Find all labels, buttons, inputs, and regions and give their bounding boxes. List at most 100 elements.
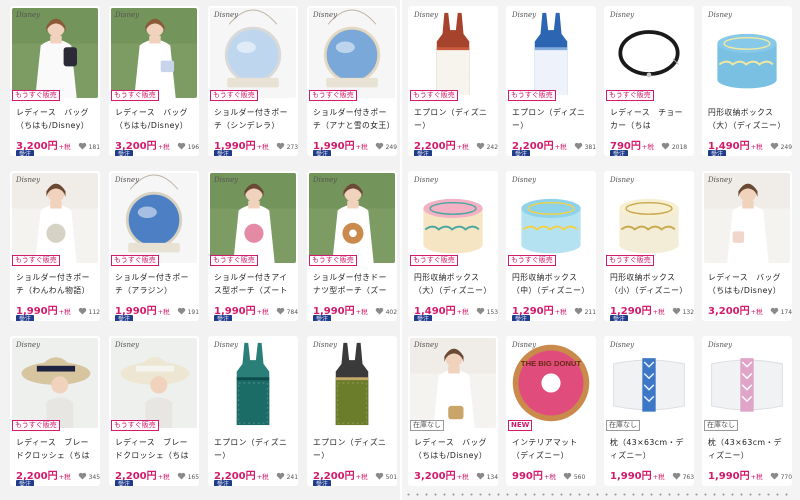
product-card[interactable]: Disneyもうすぐ販売レディース チョーカー（ちはも/Disney）790円+… xyxy=(604,6,694,156)
heart-icon[interactable] xyxy=(665,464,681,483)
product-name[interactable]: エプロン（ディズニー） xyxy=(313,436,393,462)
product-name[interactable]: 円形収納ボックス（小）（ディズニー） xyxy=(610,271,690,297)
heart-icon[interactable] xyxy=(269,299,285,318)
heart-icon[interactable] xyxy=(763,464,779,483)
product-name[interactable]: 円形収納ボックス（中）（ディズニー） xyxy=(512,271,592,297)
product-card[interactable]: Disneyエプロン（ディズニー）2,200円+税5015受注 xyxy=(307,336,397,486)
product-image[interactable]: Disney xyxy=(704,173,790,263)
product-card[interactable]: Disney もうすぐ販売 ショルダー付きポーチ（シンデレラ） 1,990円+税 273… xyxy=(208,6,298,156)
product-image[interactable]: Disney xyxy=(508,8,594,98)
heart-icon[interactable] xyxy=(368,134,384,153)
product-card[interactable]: Disneyエプロン（ディズニー）2,200円+税2414受注 xyxy=(208,336,298,486)
product-name[interactable]: ショルダー付きドーナツ型ポーチ（ズートピア） xyxy=(313,271,393,297)
product-card[interactable]: Disneyもうすぐ販売ショルダー付きアイス型ポーチ（ズートピア）1,990円+… xyxy=(208,171,298,321)
product-name[interactable]: ショルダー付きポーチ（わんわん物語） xyxy=(16,271,96,297)
heart-icon[interactable] xyxy=(170,299,186,318)
heart-icon[interactable] xyxy=(368,464,384,483)
product-name[interactable]: 円形収納ボックス（大）（ディズニー） xyxy=(708,106,788,132)
product-name[interactable]: ショルダー付きポーチ（アラジン） xyxy=(115,271,195,297)
product-card[interactable]: Disneyもうすぐ販売レディース ブレードクロッシェ（ちはも/Disney）2… xyxy=(109,336,199,486)
product-name[interactable]: ショルダー付きポーチ（アナと雪の女王） xyxy=(313,106,393,132)
product-card[interactable]: Disney 在庫なし 枕（43×63cm・ディズニー） 1,990円+税 770 xyxy=(702,336,792,486)
product-card[interactable]: Disney もうすぐ販売 ショルダー付きポーチ（アナと雪の女王） 1,990円+税 2… xyxy=(307,6,397,156)
product-image[interactable]: Disney xyxy=(508,173,594,263)
product-name[interactable]: インテリアマット（ディズニー） xyxy=(512,436,592,462)
product-card[interactable]: Disney レディース バッグ（ちはも/Disney） 3,200円+税 1745 xyxy=(702,171,792,321)
heart-icon[interactable] xyxy=(763,299,779,318)
disney-logo: Disney xyxy=(708,176,733,184)
product-image[interactable]: Disney xyxy=(210,8,296,98)
product-card[interactable]: Disney円形収納ボックス（大）（ディズニー）1,490円+税2493受注 xyxy=(702,6,792,156)
product-name[interactable]: レディース バッグ（ちはも/Disney） xyxy=(708,271,788,297)
product-name[interactable]: 枕（43×63cm・ディズニー） xyxy=(610,436,690,462)
product-card[interactable]: Disney もうすぐ販売 レディース バッグ（ちはも/Disney） 3,200円+… xyxy=(109,6,199,156)
product-card[interactable]: Disney もうすぐ販売 ショルダー付きポーチ（わんわん物語） 1,990円+税 11… xyxy=(10,171,100,321)
heart-icon[interactable] xyxy=(469,134,485,153)
product-image[interactable]: Disney xyxy=(309,338,395,428)
product-image[interactable]: Disney xyxy=(704,338,790,428)
price-row: 3,200円+税1961 xyxy=(115,134,199,152)
product-name[interactable]: ショルダー付きアイス型ポーチ（ズートピア） xyxy=(214,271,294,297)
product-name[interactable]: レディース チョーカー（ちはも/Disney） xyxy=(610,106,690,132)
product-card[interactable]: Disney もうすぐ販売 レディース バッグ（ちはも/Disney） 3,200円+… xyxy=(10,6,100,156)
heart-icon[interactable] xyxy=(269,134,285,153)
product-name[interactable]: レディース バッグ（ちはも/Disney） xyxy=(115,106,195,132)
product-name[interactable]: レディース ブレードクロッシェ（ちはも/Disney） xyxy=(16,436,96,462)
product-card[interactable]: Disneyもうすぐ販売ショルダー付きポーチ（アラジン）1,990円+税1914… xyxy=(109,171,199,321)
product-card[interactable]: Disney もうすぐ販売 円形収納ボックス（小）（ディズニー） 1,290円+税 13… xyxy=(604,171,694,321)
heart-icon[interactable] xyxy=(368,299,384,318)
product-name[interactable]: エプロン（ディズニー） xyxy=(214,436,294,462)
heart-icon[interactable] xyxy=(170,134,186,153)
product-image[interactable]: Disney xyxy=(606,173,692,263)
product-image[interactable]: Disney xyxy=(704,8,790,98)
heart-icon[interactable] xyxy=(556,464,572,483)
product-card[interactable]: Disney もうすぐ販売 円形収納ボックス（中）（ディズニー） 1,290円+税 21… xyxy=(506,171,596,321)
heart-icon[interactable] xyxy=(71,299,87,318)
heart-icon[interactable] xyxy=(269,464,285,483)
heart-icon[interactable] xyxy=(71,464,87,483)
product-name[interactable]: レディース バッグ（ちはも/Disney） xyxy=(16,106,96,132)
product-image[interactable]: Disney xyxy=(606,8,692,98)
product-image[interactable]: Disney xyxy=(12,173,98,263)
status-badge: もうすぐ販売 xyxy=(508,90,556,101)
heart-icon[interactable] xyxy=(71,134,87,153)
heart-icon[interactable] xyxy=(654,134,670,153)
product-image[interactable]: Disney xyxy=(410,8,496,98)
product-image[interactable]: Disney xyxy=(309,8,395,98)
heart-icon[interactable] xyxy=(763,134,779,153)
heart-icon[interactable] xyxy=(469,464,485,483)
product-card[interactable]: Disney 在庫なし レディース バッグ（ちはも/Disney） 3,200円+税 1… xyxy=(408,336,498,486)
product-image[interactable]: Disney xyxy=(309,173,395,263)
product-image[interactable]: Disney xyxy=(111,173,197,263)
product-card[interactable]: Disneyもうすぐ販売エプロン（ディズニー）2,200円+税3816受注 xyxy=(506,6,596,156)
heart-icon[interactable] xyxy=(567,299,583,318)
product-name[interactable]: エプロン（ディズニー） xyxy=(414,106,494,132)
product-card[interactable]: THE BIG DONUT Disney NEW インテリアマット（ディズニー） 99… xyxy=(506,336,596,486)
product-name[interactable]: レディース ブレードクロッシェ（ちはも/Disney） xyxy=(115,436,195,462)
product-image[interactable]: Disney xyxy=(12,338,98,428)
product-image[interactable]: Disney xyxy=(210,338,296,428)
product-image[interactable]: Disney xyxy=(111,338,197,428)
product-image[interactable]: THE BIG DONUT Disney xyxy=(508,338,594,428)
product-image[interactable]: Disney xyxy=(410,173,496,263)
product-card[interactable]: Disney もうすぐ販売 円形収納ボックス（大）（ディズニー） 1,490円+税 15… xyxy=(408,171,498,321)
product-name[interactable]: レディース バッグ（ちはも/Disney） xyxy=(414,436,494,462)
product-card[interactable]: Disneyもうすぐ販売ショルダー付きドーナツ型ポーチ（ズートピア）1,990円… xyxy=(307,171,397,321)
product-image[interactable]: Disney xyxy=(210,173,296,263)
heart-icon[interactable] xyxy=(170,464,186,483)
heart-icon[interactable] xyxy=(665,299,681,318)
product-card[interactable]: Disneyもうすぐ販売エプロン（ディズニー）2,200円+税2427受注 xyxy=(408,6,498,156)
like-count: 1348 xyxy=(486,474,498,481)
product-name[interactable]: エプロン（ディズニー） xyxy=(512,106,592,132)
product-card[interactable]: Disneyもうすぐ販売レディース ブレードクロッシェ（ちはも/Disney）2… xyxy=(10,336,100,486)
product-name[interactable]: 枕（43×63cm・ディズニー） xyxy=(708,436,788,462)
product-card[interactable]: Disney 在庫なし 枕（43×63cm・ディズニー） 1,990円+税 763 xyxy=(604,336,694,486)
product-name[interactable]: 円形収納ボックス（大）（ディズニー） xyxy=(414,271,494,297)
product-image[interactable]: Disney xyxy=(410,338,496,428)
product-image[interactable]: Disney xyxy=(12,8,98,98)
heart-icon[interactable] xyxy=(469,299,485,318)
heart-icon[interactable] xyxy=(567,134,583,153)
product-image[interactable]: Disney xyxy=(111,8,197,98)
product-image[interactable]: Disney xyxy=(606,338,692,428)
product-name[interactable]: ショルダー付きポーチ（シンデレラ） xyxy=(214,106,294,132)
